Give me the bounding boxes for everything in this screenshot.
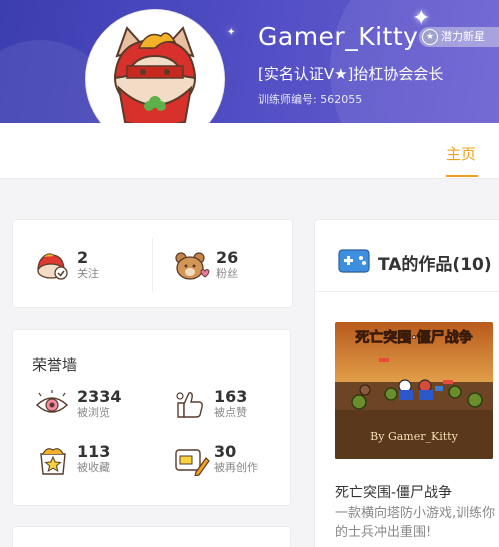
star-box-icon [40, 448, 66, 475]
thumbnail-game-title: 死亡突围·僵尸战争 [354, 329, 472, 346]
thumbs-up-icon [176, 392, 203, 418]
followers-stat[interactable]: 26 粉丝 [174, 249, 284, 285]
tab-home[interactable]: 主页 [446, 143, 476, 164]
bear-heart-icon [175, 252, 210, 280]
rising-star-badge: ★ 潜力新星 [419, 27, 499, 47]
remix-icon [175, 449, 210, 476]
honor-wall-title: 荣誉墙 [32, 356, 78, 374]
follow-stats-card: 2 关注 26 粉丝 [12, 219, 293, 308]
stats-divider [152, 238, 153, 292]
followers-count: 26 [216, 248, 239, 267]
following-stat[interactable]: 2 关注 [35, 249, 145, 285]
game-controller-icon [338, 249, 370, 273]
username: Gamer_Kitty [258, 22, 419, 51]
favorites-count: 113 [77, 442, 111, 461]
game-thumbnail-image: 死亡突围·僵尸战争 By Gamer_Kitty [335, 322, 493, 459]
mascot-check-icon [37, 253, 68, 280]
favorites-stat: 113 被收藏 [35, 443, 155, 479]
views-label: 被浏览 [77, 406, 110, 419]
work-thumbnail[interactable]: 死亡突围·僵尸战争 By Gamer_Kitty [335, 322, 493, 459]
remix-stat: 30 被再创作 [174, 443, 284, 479]
tab-bar: 主页 [0, 123, 499, 179]
works-header: TA的作品(10) [315, 220, 499, 292]
thumbnail-signature: By Gamer_Kitty [370, 430, 458, 443]
profile-banner: ✦ ✦ [0, 0, 499, 123]
eye-icon [35, 390, 69, 413]
views-count: 2334 [77, 387, 122, 406]
remix-label: 被再创作 [214, 461, 258, 474]
info-card [12, 526, 291, 547]
work-description: 一款横向塔防小游戏,训练你的士兵冲出重围! [335, 506, 496, 540]
likes-count: 163 [214, 387, 248, 406]
views-stat: 2334 被浏览 [35, 388, 155, 424]
sparkle-icon: ✦ [227, 27, 236, 38]
cat-mascot-avatar-icon [113, 26, 197, 127]
trainer-id: 训练师编号: 562055 [258, 93, 363, 106]
likes-label: 被点赞 [214, 406, 247, 419]
following-label: 关注 [77, 267, 99, 280]
tab-active-indicator [446, 175, 478, 177]
favorites-label: 被收藏 [77, 461, 110, 474]
remix-count: 30 [214, 442, 237, 461]
honor-wall-card: 荣誉墙 2334 被浏览 163 被点赞 113 被收藏 30 被再创作 [12, 329, 291, 506]
followers-label: 粉丝 [216, 267, 238, 280]
star-badge-icon: ★ [422, 29, 438, 45]
user-title: [实名认证V★]抬杠协会会长 [258, 65, 444, 83]
work-title[interactable]: 死亡突围-僵尸战争 [335, 482, 452, 502]
badge-label: 潜力新星 [441, 30, 485, 43]
works-title: TA的作品(10) [378, 255, 492, 275]
works-card: TA的作品(10) 死亡突围·僵尸战争 By Gamer_Kitty 死亡突围-… [314, 219, 499, 547]
following-count: 2 [77, 248, 89, 267]
likes-stat: 163 被点赞 [174, 388, 284, 424]
